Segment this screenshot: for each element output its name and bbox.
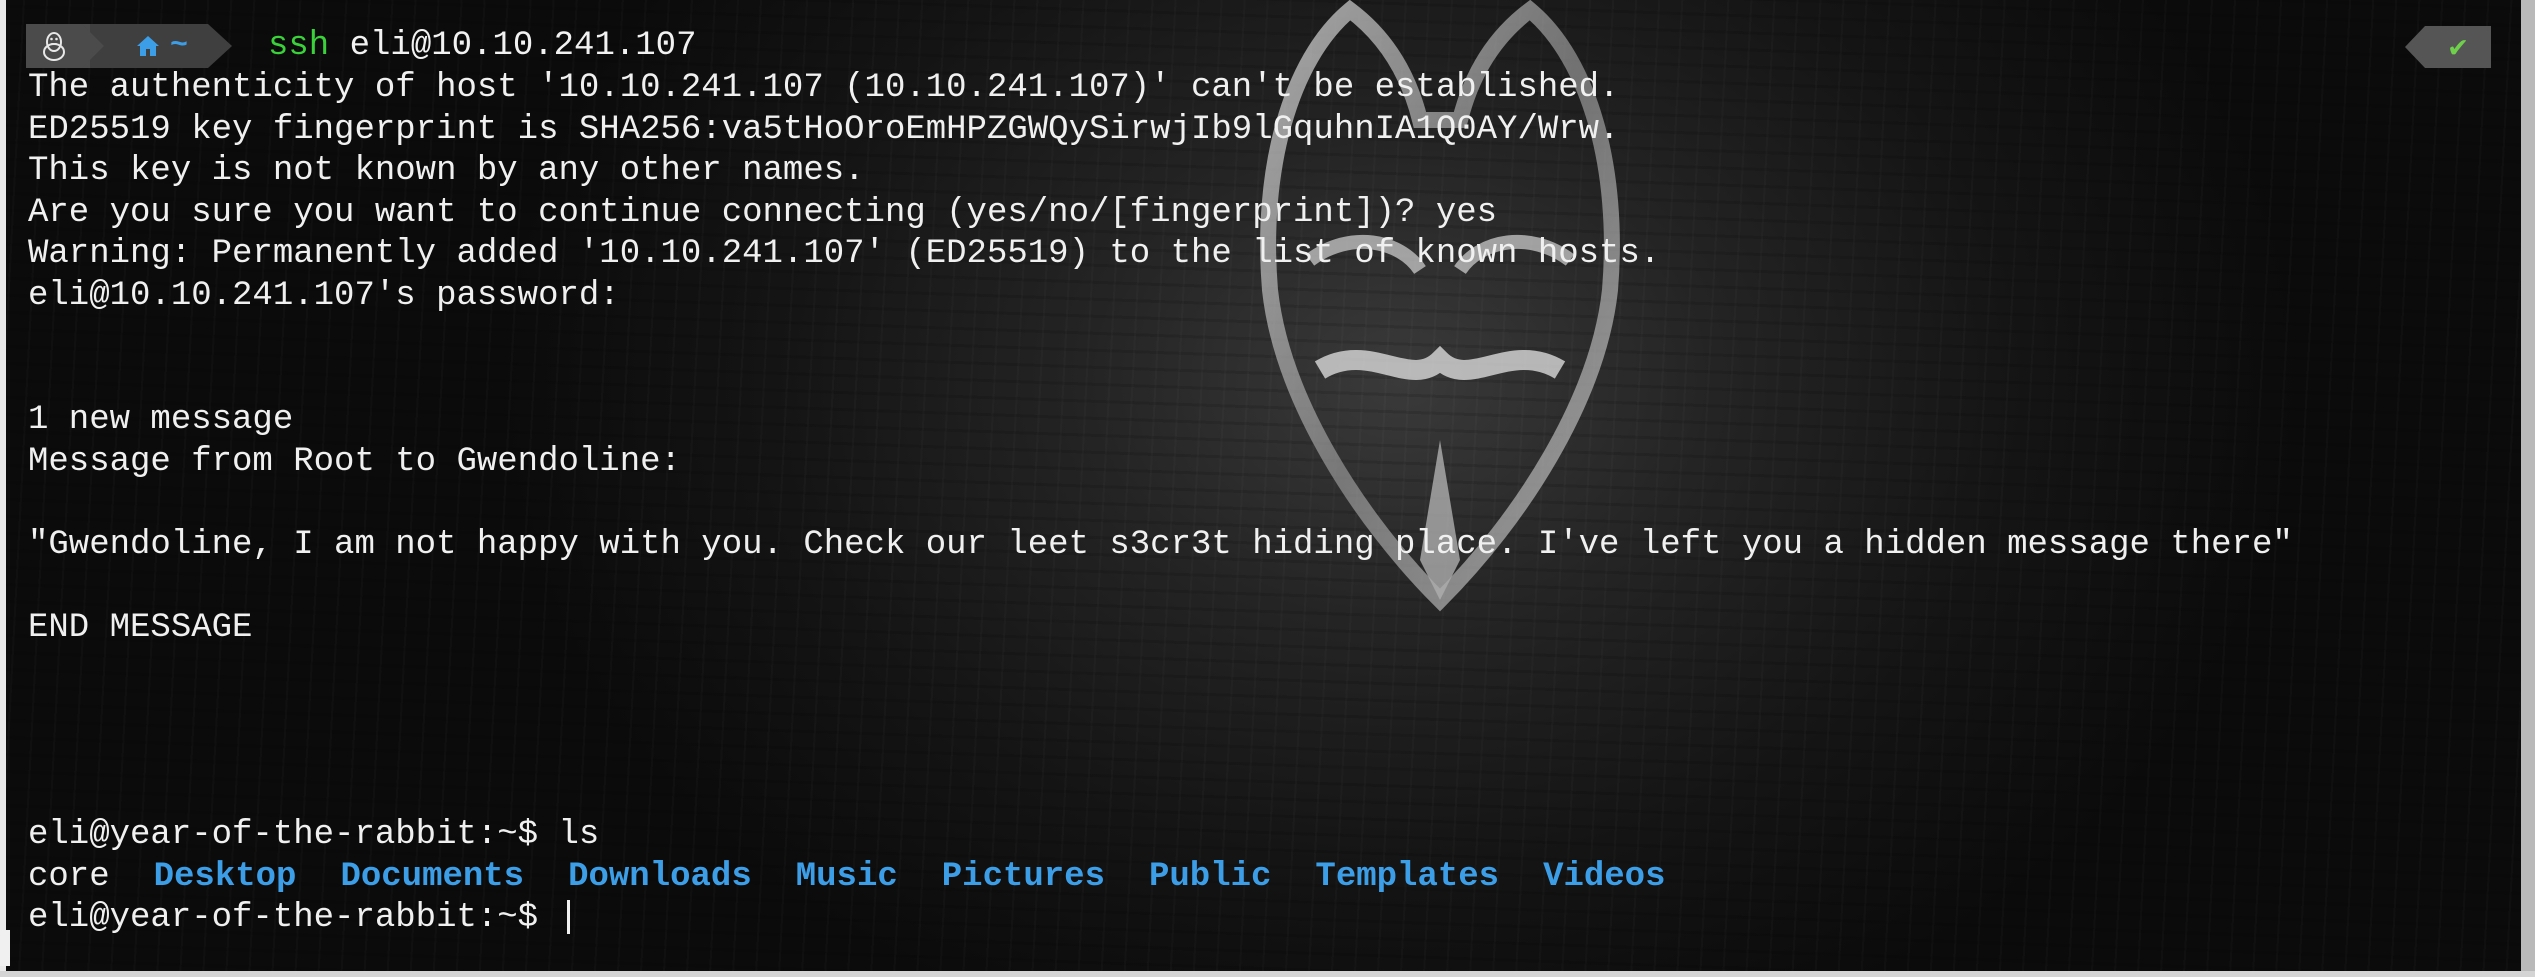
output-line: Warning: Permanently added '10.10.241.10… bbox=[28, 235, 1661, 273]
output-line: The authenticity of host '10.10.241.107 … bbox=[28, 69, 1620, 107]
ls-dir-entry: Pictures bbox=[941, 857, 1105, 896]
output-line bbox=[28, 359, 2293, 401]
window-left-marker bbox=[0, 930, 10, 966]
shell-input-line[interactable]: eli@year-of-the-rabbit:~$ bbox=[28, 898, 2293, 940]
output-line: ED25519 key fingerprint is SHA256:va5tHo… bbox=[28, 110, 1620, 149]
window-left-edge bbox=[0, 0, 6, 977]
output-line bbox=[28, 691, 2293, 733]
terminal-output[interactable]: The authenticity of host '10.10.241.107 … bbox=[28, 68, 2293, 940]
output-line bbox=[28, 649, 2293, 691]
output-line: "Gwendoline, I am not happy with you. Ch… bbox=[28, 525, 2293, 564]
exit-status-segment: ✔ bbox=[2405, 26, 2491, 68]
shell-prompt: eli@year-of-the-rabbit:~$ bbox=[28, 899, 559, 937]
terminal-window[interactable]: ~ ssh eli@10.10.241.107 ✔ The authentici… bbox=[0, 0, 2535, 977]
ls-file-entry: core bbox=[28, 857, 110, 896]
ls-dir-entry: Videos bbox=[1543, 857, 1666, 896]
output-line: eli@10.10.241.107's password: bbox=[28, 276, 620, 315]
powerline-prompt: ~ bbox=[26, 24, 232, 68]
current-directory: ~ bbox=[169, 29, 188, 63]
output-line: eli@year-of-the-rabbit:~$ ls bbox=[28, 816, 600, 854]
ls-dir-entry: Public bbox=[1149, 857, 1272, 896]
ls-dir-entry: Desktop bbox=[153, 857, 297, 896]
output-line bbox=[28, 483, 2293, 525]
output-line: This key is not known by any other names… bbox=[28, 152, 865, 190]
output-line bbox=[28, 317, 2293, 359]
home-icon bbox=[136, 36, 159, 56]
check-icon: ✔ bbox=[2448, 31, 2468, 66]
ls-output: core Desktop Documents Downloads Music P… bbox=[28, 857, 2293, 899]
ls-dir-entry: Templates bbox=[1315, 857, 1500, 896]
command-line: ssh eli@10.10.241.107 bbox=[268, 27, 696, 65]
output-line bbox=[28, 566, 2293, 608]
output-line: Message from Root to Gwendoline: bbox=[28, 442, 681, 481]
ls-dir-entry: Music bbox=[795, 857, 898, 896]
window-bottom-edge bbox=[0, 971, 2535, 977]
command-word: ssh bbox=[268, 27, 330, 65]
ls-dir-entry: Documents bbox=[340, 857, 525, 896]
text-cursor bbox=[566, 900, 570, 935]
scrollbar-track[interactable] bbox=[2521, 0, 2535, 977]
output-line bbox=[28, 774, 2293, 816]
os-segment bbox=[26, 24, 104, 68]
command-argument: eli@10.10.241.107 bbox=[349, 27, 697, 65]
output-line: 1 new message bbox=[28, 401, 294, 439]
linux-penguin-icon bbox=[43, 32, 65, 61]
output-line bbox=[28, 732, 2293, 774]
output-line: Are you sure you want to continue connec… bbox=[28, 193, 1498, 232]
directory-segment: ~ bbox=[90, 24, 232, 68]
ls-dir-entry: Downloads bbox=[568, 857, 752, 896]
output-line: END MESSAGE bbox=[28, 608, 253, 647]
